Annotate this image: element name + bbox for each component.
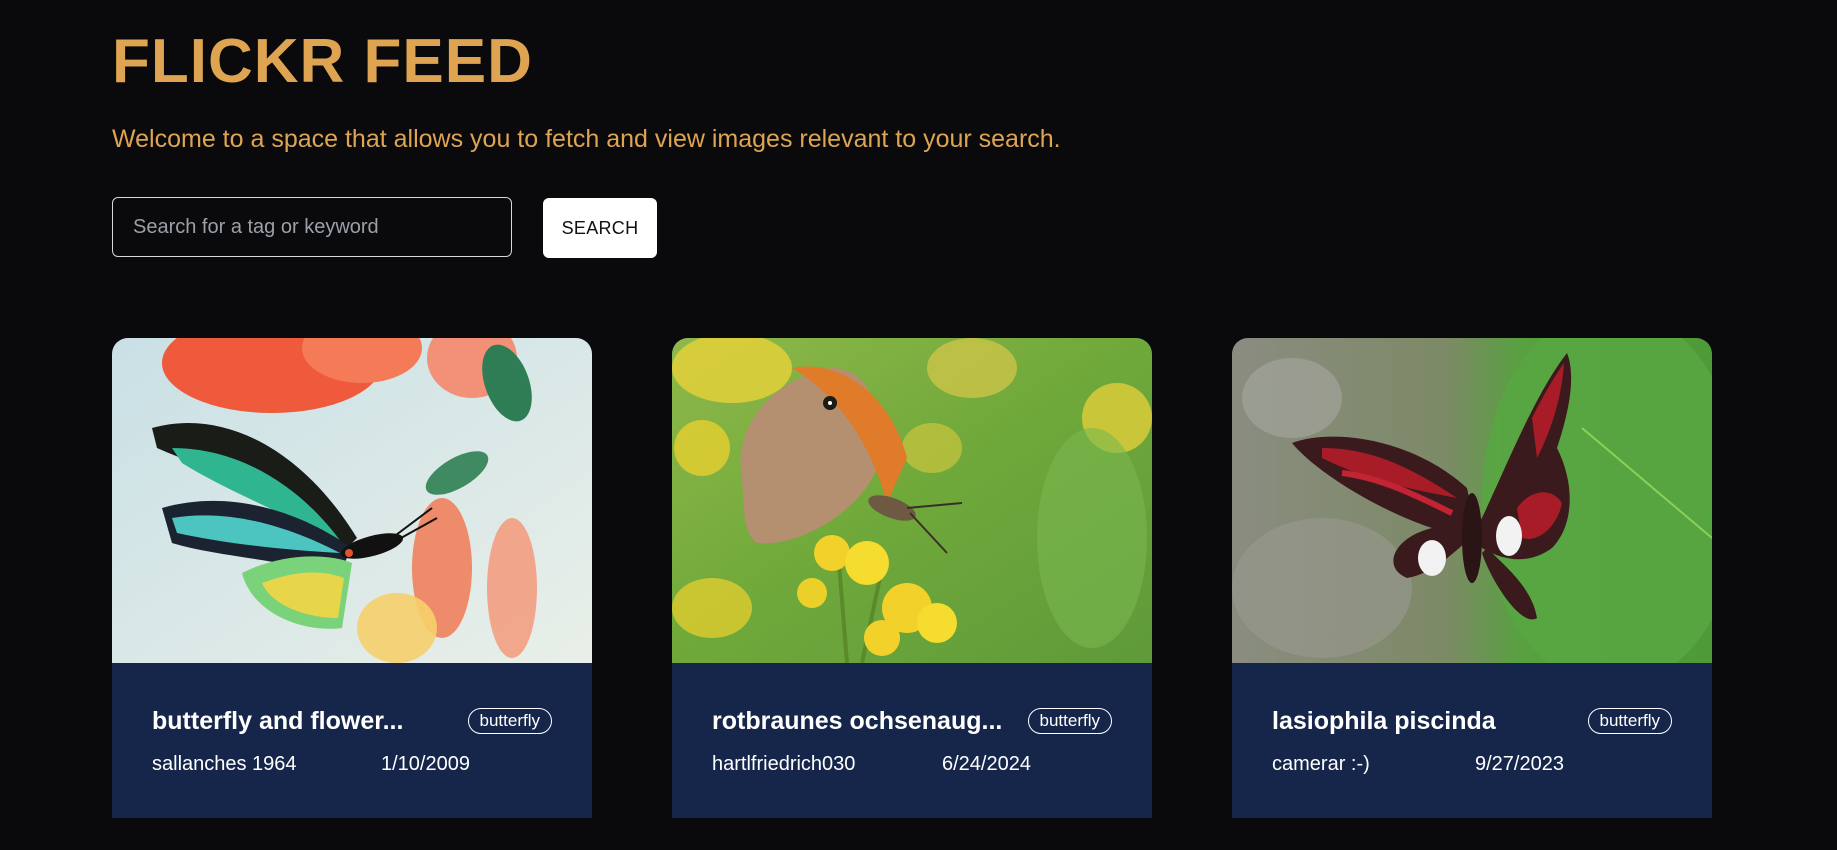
page: FLICKR FEED Welcome to a space that allo… bbox=[0, 0, 1837, 850]
search-input[interactable] bbox=[112, 197, 512, 257]
photo-title[interactable]: rotbraunes ochsenaug... bbox=[712, 705, 1012, 737]
photo-date: 1/10/2009 bbox=[381, 753, 470, 775]
photo-date: 9/27/2023 bbox=[1475, 753, 1564, 775]
tag-badge[interactable]: butterfly bbox=[1587, 708, 1672, 734]
photo-card-info: butterfly and flower... butterfly sallan… bbox=[112, 663, 592, 818]
tag-badge[interactable]: butterfly bbox=[1027, 708, 1112, 734]
photo-author: hartlfriedrich030 bbox=[712, 753, 856, 775]
photo-image[interactable] bbox=[1232, 338, 1712, 663]
page-title: FLICKR FEED bbox=[112, 27, 533, 96]
photo-image[interactable] bbox=[112, 338, 592, 663]
photo-card[interactable]: butterfly and flower... butterfly sallan… bbox=[112, 338, 592, 818]
photo-title[interactable]: butterfly and flower... bbox=[152, 705, 452, 737]
photo-card-info: lasiophila piscinda butterfly camerar :-… bbox=[1232, 663, 1712, 818]
tag-badge[interactable]: butterfly bbox=[467, 708, 552, 734]
photo-author: sallanches 1964 bbox=[152, 753, 297, 775]
photo-card[interactable]: rotbraunes ochsenaug... butterfly hartlf… bbox=[672, 338, 1152, 818]
photo-author: camerar :-) bbox=[1272, 753, 1370, 775]
photo-title[interactable]: lasiophila piscinda bbox=[1272, 705, 1572, 737]
page-subtitle: Welcome to a space that allows you to fe… bbox=[112, 125, 1061, 153]
photo-card[interactable]: lasiophila piscinda butterfly camerar :-… bbox=[1232, 338, 1712, 818]
photo-date: 6/24/2024 bbox=[942, 753, 1031, 775]
photo-card-info: rotbraunes ochsenaug... butterfly hartlf… bbox=[672, 663, 1152, 818]
search-button[interactable]: SEARCH bbox=[543, 198, 657, 258]
photo-image[interactable] bbox=[672, 338, 1152, 663]
